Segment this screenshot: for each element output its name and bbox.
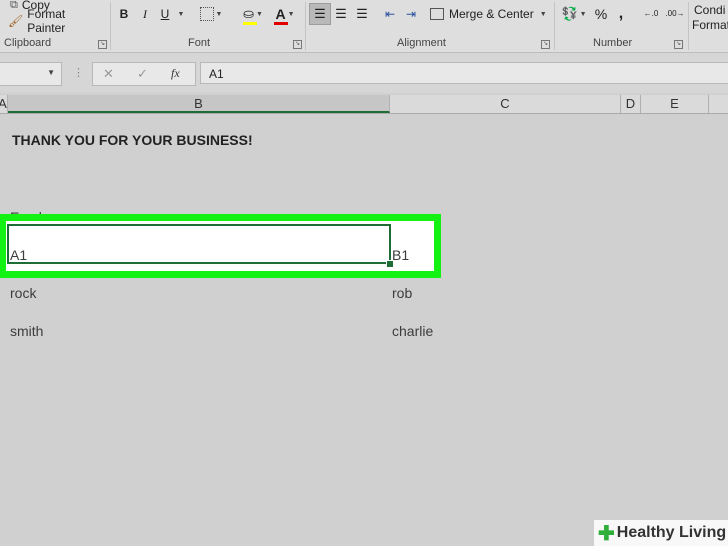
watermark-brand: Healthy Living	[616, 524, 727, 541]
align-center-icon: ☰	[335, 6, 347, 21]
drag-handle-icon[interactable]: ⋮	[73, 66, 84, 79]
cell-b3[interactable]: A1	[10, 247, 27, 263]
increase-indent-button[interactable]: ⇥	[401, 4, 421, 24]
fill-bucket-icon: ⛀	[243, 6, 258, 25]
format-painter-button[interactable]: 🖌 Format Painter	[8, 7, 104, 35]
enter-icon[interactable]: ✓	[137, 66, 148, 82]
column-header-c[interactable]: C	[390, 95, 621, 113]
column-header-b[interactable]: B	[8, 95, 390, 113]
fill-color-button[interactable]: ⛀ ▼	[238, 4, 268, 25]
column-header-d[interactable]: D	[621, 95, 641, 113]
percent-button[interactable]: %	[592, 4, 610, 24]
increase-decimal-button[interactable]: ←.0	[640, 4, 662, 24]
increase-indent-icon: ⇥	[405, 7, 417, 21]
paintbrush-icon: 🖌	[8, 14, 24, 28]
ribbon: ⧉ Copy 🖌 Format Painter Clipboard ↘ B I …	[0, 0, 728, 53]
clipboard-launcher-icon[interactable]: ↘	[98, 40, 107, 49]
borders-button[interactable]: ▼	[196, 4, 226, 24]
copy-icon: ⧉	[10, 0, 18, 11]
number-group-label: Number	[593, 37, 633, 49]
chevron-down-icon: ▼	[287, 10, 295, 18]
chevron-down-icon: ▼	[579, 10, 587, 18]
cell-b4[interactable]: rock	[10, 285, 36, 301]
alignment-launcher-icon[interactable]: ↘	[541, 40, 550, 49]
cell-c4[interactable]: rob	[392, 285, 412, 301]
font-color-letter: A	[275, 6, 286, 22]
column-header-e[interactable]: E	[641, 95, 709, 113]
formula-input[interactable]: A1	[200, 62, 728, 84]
underline-button[interactable]: U	[156, 4, 174, 24]
align-left-icon: ☰	[314, 6, 326, 21]
alignment-group-label: Alignment	[397, 37, 446, 49]
font-color-swatch	[274, 22, 289, 25]
decrease-decimal-button[interactable]: .00→	[664, 4, 686, 24]
watermark-logo: ✚ Healthy Living	[594, 520, 728, 546]
cell-c5[interactable]: charlie	[392, 323, 433, 339]
underline-dropdown[interactable]: ▼	[174, 4, 186, 24]
align-right-icon: ☰	[356, 6, 368, 21]
accounting-format-button[interactable]: 💱 ▼	[560, 4, 588, 24]
chevron-down-icon: ▼	[255, 10, 263, 18]
number-launcher-icon[interactable]: ↘	[674, 40, 683, 49]
decrease-indent-icon: ⇤	[384, 7, 396, 21]
italic-button[interactable]: I	[136, 4, 154, 24]
cell-c3[interactable]: B1	[392, 247, 409, 263]
comma-button[interactable]: ,	[614, 4, 628, 24]
cancel-icon[interactable]: ✕	[103, 66, 114, 82]
align-right-button[interactable]: ☰	[352, 4, 372, 24]
chevron-down-icon: ▼	[539, 10, 547, 18]
fill-color-swatch	[243, 22, 258, 25]
chevron-down-icon: ▼	[177, 10, 185, 18]
group-divider	[554, 2, 555, 50]
merge-center-button[interactable]: Merge & Center ▼	[430, 4, 548, 24]
font-launcher-icon[interactable]: ↘	[293, 40, 302, 49]
align-center-button[interactable]: ☰	[331, 4, 351, 24]
selected-cell-b3[interactable]	[7, 224, 391, 264]
group-divider	[110, 2, 111, 50]
bold-button[interactable]: B	[115, 4, 133, 24]
group-divider	[305, 2, 306, 50]
chevron-down-icon: ▼	[215, 10, 223, 18]
font-group-label: Font	[188, 37, 211, 49]
currency-icon: 💱	[561, 6, 578, 21]
font-color-icon: A	[274, 6, 289, 25]
conditional-format-label-1[interactable]: Condi	[694, 3, 725, 17]
merge-center-label: Merge & Center	[449, 7, 534, 21]
font-color-button[interactable]: A ▼	[270, 4, 300, 25]
function-icon[interactable]: fx	[171, 66, 180, 81]
conditional-format-label-2[interactable]: Format	[692, 18, 728, 32]
borders-icon	[199, 7, 214, 21]
column-header-a[interactable]: A	[0, 95, 8, 113]
format-painter-label: Format Painter	[27, 7, 66, 35]
merge-icon	[430, 8, 444, 20]
clipboard-group-label: Clipboard	[4, 37, 52, 49]
name-box[interactable]: ▼	[0, 62, 62, 86]
group-divider	[688, 2, 689, 50]
plus-icon: ✚	[598, 522, 615, 545]
chevron-down-icon: ▼	[47, 68, 55, 77]
align-left-button[interactable]: ☰	[309, 3, 331, 25]
cell-b5[interactable]: smith	[10, 323, 43, 339]
decrease-indent-button[interactable]: ⇤	[380, 4, 400, 24]
sheet-title: THANK YOU FOR YOUR BUSINESS!	[12, 132, 253, 148]
formula-buttons: ✕ ✓ fx	[92, 62, 196, 86]
